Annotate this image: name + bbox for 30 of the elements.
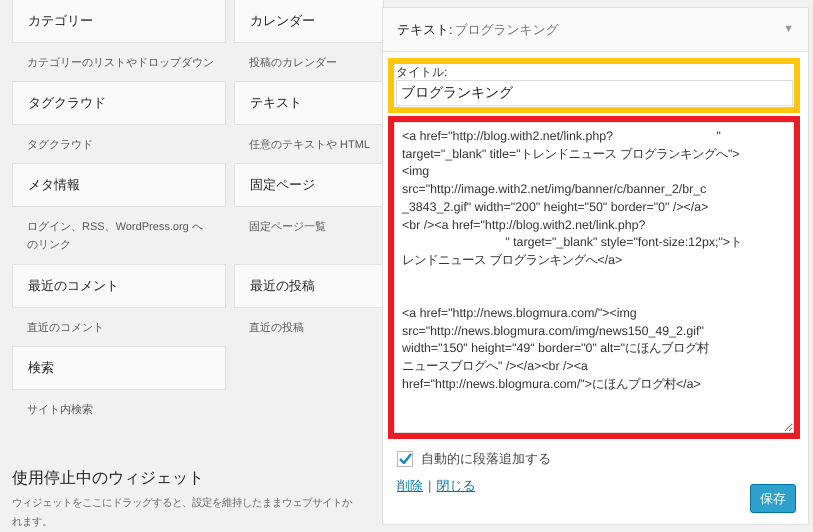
widget-description: カテゴリーのリストやドロップダウン xyxy=(26,56,215,71)
widget-description: ログイン、RSS、WordPress.org へのリンク xyxy=(26,220,204,253)
link[interactable]: 削除 xyxy=(397,476,423,495)
widget-description: タグクラウド xyxy=(26,138,94,153)
widget-card[interactable]: カテゴリー xyxy=(12,0,226,43)
widget-title: ブログランキング xyxy=(454,20,559,39)
title-label: タイトル: xyxy=(396,65,448,80)
widget-card[interactable]: 検索 xyxy=(12,346,226,390)
widget-type: テキスト: xyxy=(397,20,453,39)
content-field[interactable]: <a href="http://blog.with2.net/link.php? " target="_blank" title="トレンドニュース ブログランキングへ"> <img src="http://image.with2.net/img/banner/c/banner_2/br_c _3843_2.gif" width="200" height="50" border="0" /></a> <br /><a href="http://blog.with2.net/link.php? " target="_blank" style="font-size:12px;">ト レンドニュース ブログランキングへ</a> <a href="http://news.blogmura.com/"><img src="http://news.blogmura.com/img/news150_49_2.gif" width="150" height="49" border="0" alt="にほんブログ村 ニュースブログへ" /></a><br /><a href="http://news.blogmura.com/">にほんブログ村</a> xyxy=(394,122,794,433)
widget-card[interactable]: 固定ページ xyxy=(234,163,384,207)
section-heading: 使用停止中のウィジェット xyxy=(12,469,205,488)
separator: | xyxy=(428,476,432,495)
widget-card[interactable]: テキスト xyxy=(234,81,384,125)
widget-card[interactable]: カレンダー xyxy=(234,0,384,43)
widget-description: 任意のテキストや HTML xyxy=(248,138,371,153)
widget-card[interactable]: 最近の投稿 xyxy=(234,264,384,308)
section-description: ウィジェットをここにドラッグすると、設定を維持したままウェブサイトか れます。 xyxy=(12,496,354,530)
widget-description: サイト内検索 xyxy=(26,402,94,418)
widget-description: 固定ページ一覧 xyxy=(248,220,327,235)
link[interactable]: 閉じる xyxy=(436,476,476,495)
checkbox[interactable] xyxy=(397,450,413,467)
widget-card[interactable]: タグクラウド xyxy=(12,81,226,125)
title-field[interactable]: ブログランキング xyxy=(396,80,793,106)
widget-card[interactable]: 最近のコメント xyxy=(12,264,226,308)
checkbox-label: 自動的に段落追加する xyxy=(421,450,551,468)
widget-description: 直近の投稿 xyxy=(248,321,305,336)
widget-description: 投稿のカレンダー xyxy=(248,56,338,71)
widget-description: 直近のコメント xyxy=(26,321,105,336)
widget-card[interactable]: メタ情報 xyxy=(12,163,226,207)
